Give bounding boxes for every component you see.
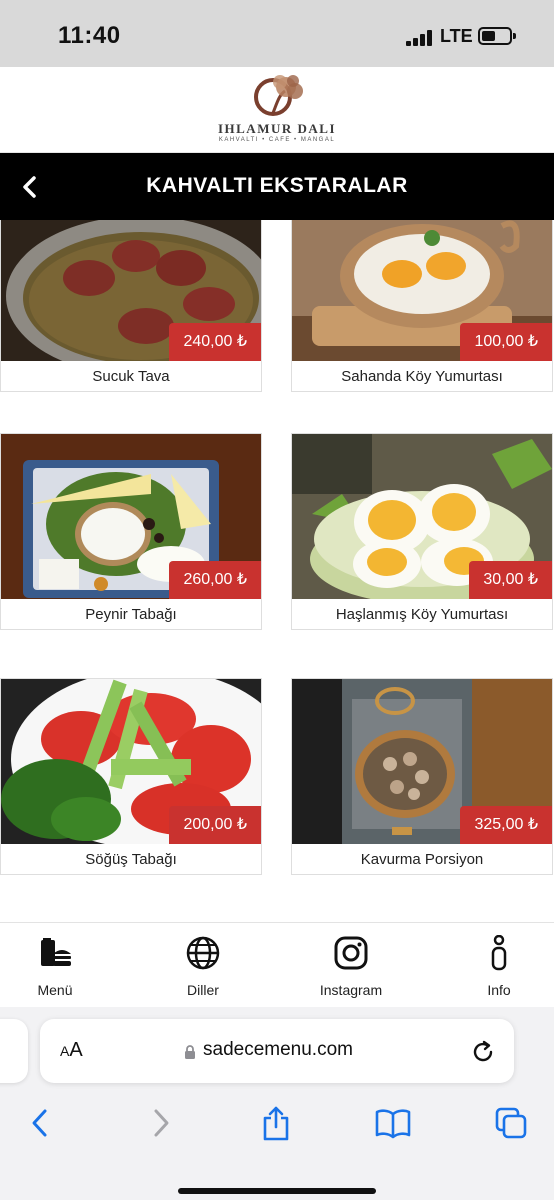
brand-tagline: KAHVALTI • CAFE • MANGAL bbox=[218, 137, 336, 143]
page-title: KAHVALTI EKSTARALAR bbox=[146, 174, 408, 197]
linden-tree-logo-icon bbox=[254, 75, 303, 116]
browser-forward-button[interactable] bbox=[141, 1103, 181, 1143]
status-time: 11:40 bbox=[58, 22, 121, 49]
nav-instagram[interactable]: Instagram bbox=[296, 923, 406, 1008]
product-name: Peynir Tabağı bbox=[85, 606, 177, 623]
instagram-icon bbox=[333, 935, 369, 971]
tabs-icon bbox=[495, 1107, 527, 1139]
tabs-button[interactable] bbox=[491, 1103, 531, 1143]
product-card[interactable]: 260,00 ₺ Peynir Tabağı bbox=[0, 433, 262, 630]
url-text[interactable]: sadecemenu.com bbox=[203, 1039, 353, 1061]
nav-menu[interactable]: Menü bbox=[0, 923, 110, 1008]
nav-languages[interactable]: Diller bbox=[148, 923, 258, 1008]
nav-instagram-label: Instagram bbox=[319, 982, 383, 998]
burger-menu-icon bbox=[37, 935, 73, 971]
book-icon bbox=[375, 1109, 411, 1139]
price-badge: 240,00 ₺ bbox=[169, 323, 261, 361]
brand-name: IHLAMUR DALI bbox=[217, 121, 337, 136]
browser-back-button[interactable] bbox=[20, 1103, 60, 1143]
previous-tab-peek[interactable] bbox=[0, 1019, 28, 1083]
product-name: Kavurma Porsiyon bbox=[360, 851, 484, 868]
price-badge: 100,00 ₺ bbox=[460, 323, 552, 361]
network-type: LTE bbox=[440, 26, 473, 46]
chevron-left-icon bbox=[32, 1109, 47, 1137]
text-size-button[interactable]: AA bbox=[60, 1039, 83, 1062]
product-name: Söğüş Tabağı bbox=[85, 851, 177, 868]
nav-languages-label: Diller bbox=[187, 982, 219, 998]
reload-icon[interactable] bbox=[470, 1039, 496, 1065]
address-bar[interactable]: AA sadecemenu.com bbox=[40, 1019, 514, 1083]
chevron-right-icon bbox=[154, 1109, 169, 1137]
browser-chrome: AA sadecemenu.com bbox=[0, 1007, 554, 1200]
product-card[interactable]: 100,00 ₺ Sahanda Köy Yumurtası bbox=[291, 220, 553, 392]
product-name: Sucuk Tava bbox=[92, 368, 170, 385]
category-title-bar: KAHVALTI EKSTARALAR bbox=[0, 153, 554, 220]
brand-header: IHLAMUR DALI KAHVALTI • CAFE • MANGAL bbox=[0, 67, 554, 153]
signal-icon bbox=[406, 30, 436, 46]
product-card[interactable]: 200,00 ₺ Söğüş Tabağı bbox=[0, 678, 262, 875]
product-card[interactable]: 30,00 ₺ Haşlanmış Köy Yumurtası bbox=[291, 433, 553, 630]
product-name: Sahanda Köy Yumurtası bbox=[341, 368, 503, 385]
nav-info-label: Info bbox=[487, 982, 511, 998]
product-name: Haşlanmış Köy Yumurtası bbox=[335, 606, 509, 623]
bookmarks-button[interactable] bbox=[373, 1103, 413, 1143]
nav-info[interactable]: Info bbox=[444, 923, 554, 1008]
product-card[interactable]: 325,00 ₺ Kavurma Porsiyon bbox=[291, 678, 553, 875]
globe-icon bbox=[185, 935, 221, 971]
status-bar: 11:40 LTE bbox=[0, 0, 554, 67]
price-badge: 30,00 ₺ bbox=[469, 561, 552, 599]
bottom-navigation: Menü Diller Instagram Info bbox=[0, 922, 554, 1007]
price-badge: 325,00 ₺ bbox=[460, 806, 552, 844]
price-badge: 200,00 ₺ bbox=[169, 806, 261, 844]
product-card[interactable]: 240,00 ₺ Sucuk Tava bbox=[0, 220, 262, 392]
share-icon bbox=[263, 1106, 289, 1141]
battery-icon bbox=[478, 27, 516, 45]
info-icon bbox=[481, 935, 517, 971]
share-button[interactable] bbox=[256, 1103, 296, 1143]
nav-menu-label: Menü bbox=[37, 982, 73, 998]
home-indicator bbox=[178, 1188, 376, 1194]
product-grid: 240,00 ₺ Sucuk Tava 100,00 ₺ Sahanda Köy… bbox=[0, 220, 554, 922]
lock-icon bbox=[185, 1045, 195, 1059]
price-badge: 260,00 ₺ bbox=[169, 561, 261, 599]
